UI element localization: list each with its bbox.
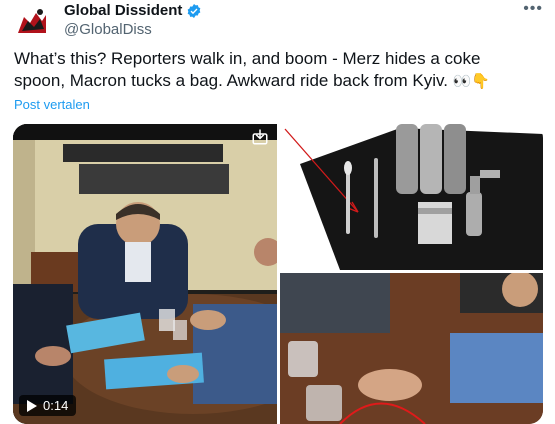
video-thumbnail [13,124,277,424]
image-panel-table[interactable] [280,273,543,424]
verified-badge-icon [186,3,202,19]
table-closeup-image [280,273,543,424]
translate-link[interactable]: Post vertalen [14,97,90,112]
avatar-logo [12,3,52,43]
video-panel[interactable]: 0:14 [13,124,277,424]
handle[interactable]: @GlobalDiss [64,20,202,40]
display-name[interactable]: Global Dissident [64,2,182,20]
media-grid: 0:14 [13,124,543,424]
author-block: Global Dissident @GlobalDiss [64,2,202,40]
tweet-emoji: 👀👇 [452,72,491,90]
video-duration: 0:14 [43,398,69,413]
image-panel-kit[interactable] [280,124,543,270]
tweet-text: What’s this? Reporters walk in, and boom… [14,48,534,92]
play-icon[interactable] [27,399,37,412]
video-duration-badge: 0:14 [19,395,77,416]
avatar[interactable] [12,3,52,43]
tweet-body: What’s this? Reporters walk in, and boom… [14,49,481,90]
kit-image [280,124,543,270]
download-icon[interactable] [251,128,269,146]
more-icon[interactable]: ••• [523,0,543,18]
